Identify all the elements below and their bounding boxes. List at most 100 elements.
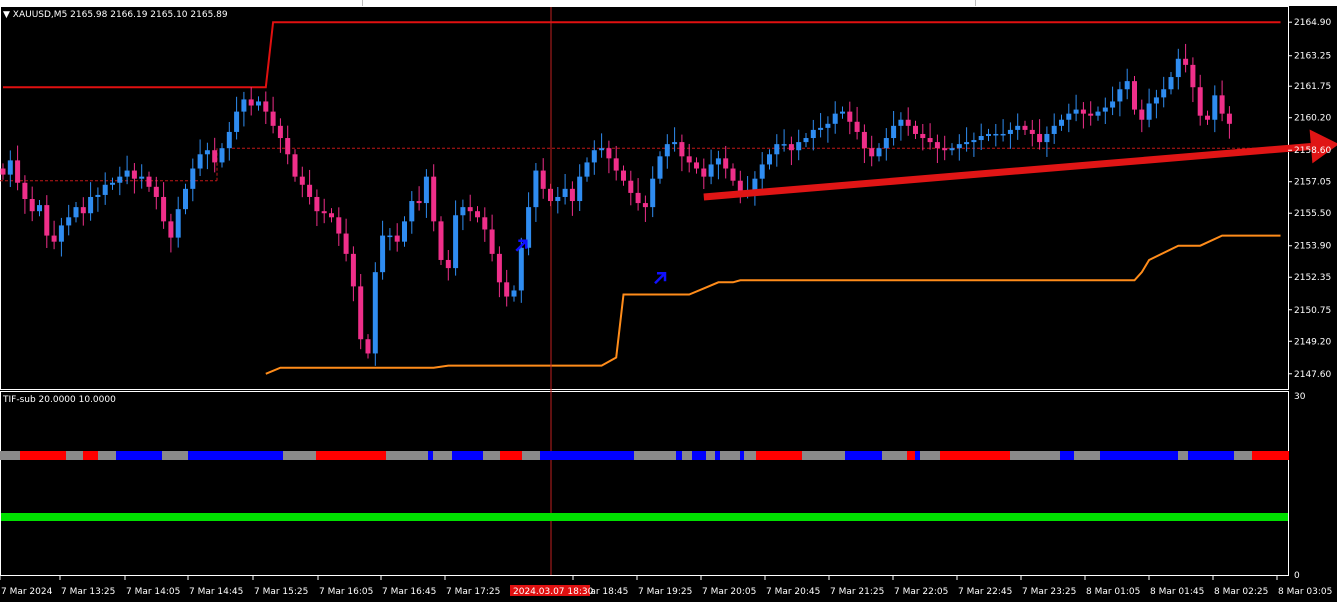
candle-body — [774, 144, 780, 155]
state-strip-segment — [452, 451, 483, 460]
chart-window[interactable]: 2164.90 2163.25 2161.75 2160.20 2158.60 2157.… — [0, 6, 1337, 599]
candle-body — [212, 150, 218, 163]
candle-body — [504, 282, 510, 297]
candle-body — [0, 168, 6, 175]
candle-body — [694, 162, 699, 169]
candle-body — [219, 148, 225, 163]
candle-body — [949, 148, 955, 151]
state-strip-segment — [66, 451, 83, 460]
candle-body — [1029, 129, 1035, 134]
candle-body — [715, 158, 721, 165]
state-strip-segment — [1010, 451, 1060, 460]
candle-body — [927, 138, 933, 143]
candle-body — [146, 176, 152, 187]
time-axis-label: 7 Mar 14:45 — [189, 587, 243, 597]
candle-body — [453, 215, 459, 269]
state-strip-segment — [386, 451, 428, 460]
candle-body — [445, 259, 451, 269]
time-axis-label: 8 Mar 02:25 — [1214, 587, 1268, 597]
candle-body — [540, 170, 546, 189]
candle-body — [686, 156, 692, 163]
time-axis-label: 7 Mar 16:45 — [382, 587, 436, 597]
buy-signal-arrow-icon — [654, 271, 667, 285]
upper-band-line — [3, 21, 1281, 89]
state-strip-segment — [188, 451, 283, 460]
time-axis-label: 7 Mar 17:25 — [446, 587, 500, 597]
candle-body — [876, 148, 882, 157]
candle-body — [117, 176, 123, 183]
candle-body — [1190, 64, 1196, 88]
candle-body — [161, 196, 167, 222]
candle-body — [489, 229, 495, 254]
candle-body — [840, 111, 845, 114]
candle-body — [978, 136, 984, 141]
candle-body — [292, 154, 298, 177]
price-axis-label: 2153.90 — [1294, 242, 1331, 252]
candle-body — [299, 176, 305, 185]
time-axis-label: 7 Mar 16:05 — [319, 587, 373, 597]
candle-body — [285, 138, 291, 155]
candle-body — [723, 158, 729, 169]
time-axis-label: 7 Mar 20:05 — [702, 587, 756, 597]
candle-body — [314, 196, 320, 212]
candle-body — [204, 150, 210, 155]
candle-body — [606, 148, 612, 159]
candle-body — [599, 148, 605, 151]
sub-axis-max-label: 30 — [1294, 392, 1306, 402]
state-strip-segment — [0, 451, 20, 460]
candle-body — [657, 156, 663, 179]
candle-body — [336, 217, 342, 234]
state-strip-segment — [1252, 451, 1289, 460]
candle-body — [277, 125, 283, 139]
main-plot-frame — [0, 6, 1289, 390]
candle-body — [423, 176, 429, 204]
candle-body — [1146, 103, 1152, 120]
candle-body — [51, 235, 57, 242]
state-strip-segment — [316, 451, 386, 460]
state-strip-segment — [882, 451, 907, 460]
candle-body — [1015, 125, 1021, 130]
price-chart[interactable]: 2164.90 2163.25 2161.75 2160.20 2158.60 2157.… — [0, 6, 1337, 599]
state-strip-segment — [940, 451, 1010, 460]
candle-body — [343, 233, 349, 254]
candle-body — [153, 186, 159, 197]
state-strip-segment — [744, 451, 756, 460]
time-axis-label: 7 Mar 19:25 — [638, 587, 692, 597]
state-strip-segment — [682, 451, 692, 460]
candle-body — [139, 176, 145, 179]
candle-body — [248, 99, 254, 106]
candle-body — [803, 138, 809, 143]
candle-body — [73, 207, 79, 218]
candle-body — [1139, 109, 1145, 120]
candle-body — [95, 194, 101, 197]
sub-level-green-line — [1, 513, 1288, 521]
candle-body — [628, 180, 634, 193]
time-axis-label: 7 Mar 13:25 — [61, 587, 115, 597]
price-axis-label: 2152.35 — [1294, 273, 1331, 283]
candle-body — [197, 154, 203, 169]
candle-body — [920, 133, 926, 139]
state-strip-segment — [1188, 451, 1234, 460]
candle-body — [533, 170, 539, 208]
candle-body — [365, 339, 371, 354]
candle-body — [650, 178, 656, 208]
state-strip-segment — [283, 451, 316, 460]
candle-body — [263, 101, 269, 112]
state-strip-segment — [1234, 451, 1252, 460]
state-strip-segment — [522, 451, 540, 460]
candle-body — [15, 160, 21, 183]
candle-body — [29, 199, 35, 212]
candle-body — [372, 272, 378, 354]
candle-body — [781, 144, 787, 146]
state-strip-segment — [116, 451, 162, 460]
time-axis-label: 8 Mar 03:05 — [1278, 587, 1332, 597]
candle-body — [1197, 87, 1203, 116]
candle-body — [131, 170, 137, 179]
candle-body — [22, 182, 28, 199]
candle-body — [66, 217, 72, 226]
candle-body — [1124, 81, 1130, 90]
candle-body — [730, 168, 736, 181]
candle-body — [350, 253, 356, 287]
state-strip-segment — [802, 451, 845, 460]
collapse-triangle-icon[interactable]: ▼ — [3, 10, 10, 20]
